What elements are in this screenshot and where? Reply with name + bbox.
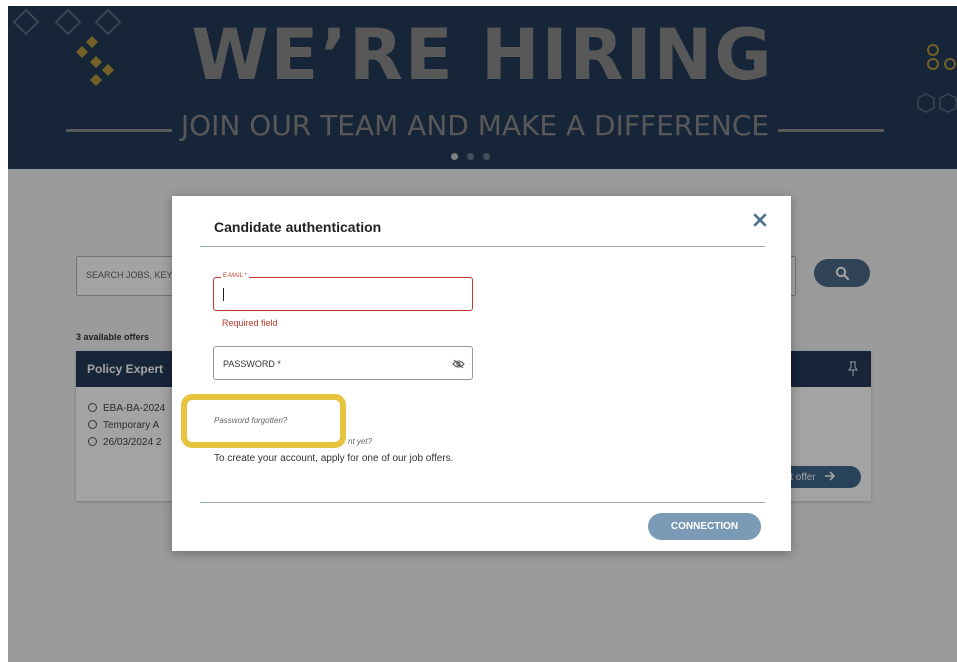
highlight-box: [181, 394, 346, 448]
divider: [200, 246, 765, 247]
eye-off-icon[interactable]: [452, 359, 465, 369]
password-label: PASSWORD *: [223, 359, 281, 369]
create-account-text: To create your account, apply for one of…: [214, 453, 454, 464]
email-label: E-MAIL *: [221, 273, 249, 279]
no-account-text: nt yet?: [348, 437, 373, 446]
password-field[interactable]: PASSWORD *: [213, 346, 473, 380]
email-field[interactable]: E-MAIL *: [213, 273, 473, 311]
divider: [200, 502, 765, 503]
candidate-auth-modal: Candidate authentication E-MAIL * Requir…: [172, 196, 791, 551]
close-icon[interactable]: [753, 213, 767, 227]
page: WE’RE HIRING JOIN OUR TEAM AND MAKE A DI…: [8, 6, 957, 662]
text-cursor: [223, 288, 224, 301]
modal-title: Candidate authentication: [214, 219, 382, 235]
connection-button[interactable]: CONNECTION: [648, 513, 761, 540]
email-error: Required field: [222, 318, 278, 328]
